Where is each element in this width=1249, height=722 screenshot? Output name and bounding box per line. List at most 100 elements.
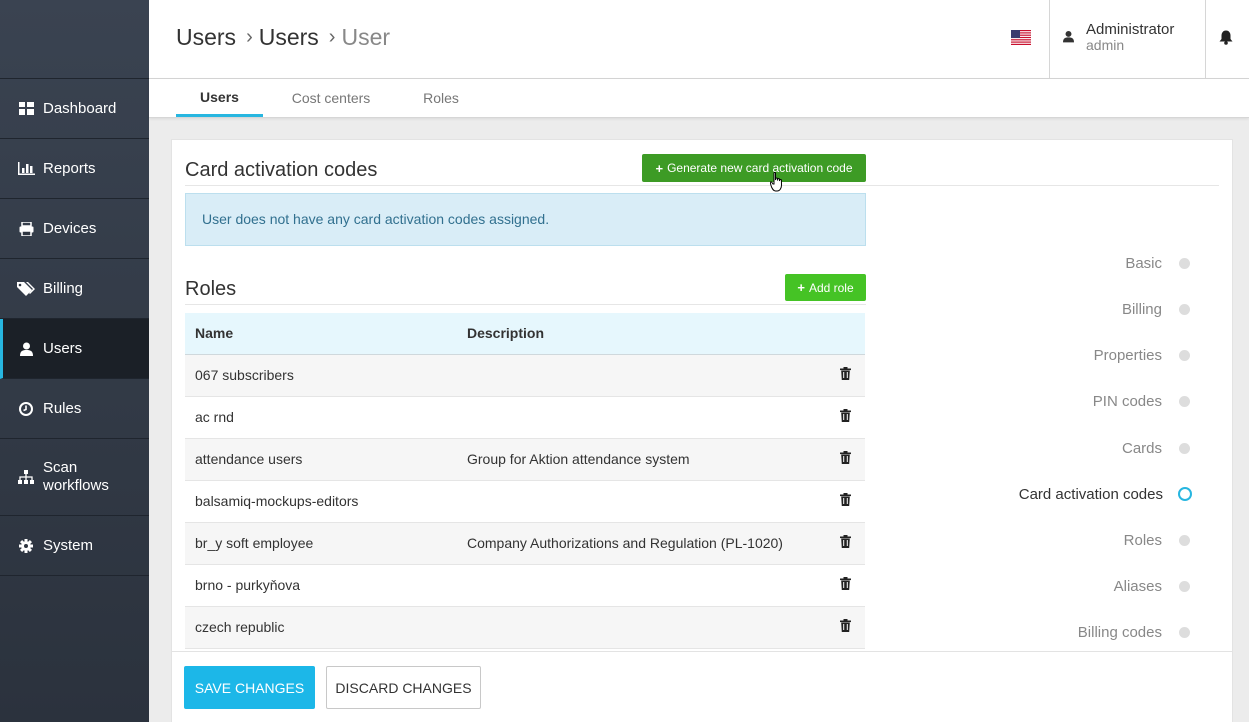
- sidebar-item-devices[interactable]: Devices: [0, 199, 149, 259]
- section-nav-label: Billing codes: [1077, 623, 1162, 641]
- trash-icon[interactable]: [839, 535, 851, 551]
- breadcrumb-item[interactable]: Users: [176, 24, 236, 51]
- role-name: br_y soft employee: [185, 522, 457, 565]
- role-description: [457, 480, 825, 523]
- tab-roles[interactable]: Roles: [415, 79, 467, 117]
- card-activation-codes-title: Card activation codes: [185, 159, 378, 181]
- section-nav-properties[interactable]: Properties: [952, 345, 1192, 365]
- nav-dot-icon: [1179, 303, 1190, 315]
- table-row: 067 subscribers: [185, 354, 865, 397]
- user-icon: [1063, 30, 1074, 48]
- user-login: admin: [1086, 37, 1125, 53]
- user-menu[interactable]: Administrator admin: [1063, 22, 1174, 53]
- bell-icon[interactable]: [1219, 30, 1233, 50]
- us-flag-icon[interactable]: [1011, 30, 1031, 45]
- sidebar-item-rules[interactable]: Rules: [0, 379, 149, 439]
- role-name: ac rnd: [185, 396, 457, 439]
- trash-icon[interactable]: [839, 493, 851, 509]
- table-row: brno - purkyňova: [185, 564, 865, 607]
- nav-dot-icon: [1179, 257, 1190, 269]
- sidebar-item-billing[interactable]: Billing: [0, 259, 149, 319]
- section-nav-label: Roles: [1123, 531, 1162, 549]
- trash-icon[interactable]: [839, 451, 851, 467]
- header-divider: [1205, 0, 1206, 79]
- roles-title: Roles: [185, 278, 237, 300]
- sidebar-item-reports[interactable]: Reports: [0, 139, 149, 199]
- nav-dot-icon: [1179, 442, 1190, 454]
- section-nav-billing-codes[interactable]: Billing codes: [952, 622, 1192, 642]
- section-nav-aliases[interactable]: Aliases: [952, 576, 1192, 596]
- printer-icon: [16, 221, 36, 237]
- plus-icon: +: [797, 280, 805, 295]
- section-nav-basic[interactable]: Basic: [952, 253, 1192, 273]
- section-nav-label: Card activation codes: [1018, 485, 1163, 503]
- section-nav-card-activation-codes[interactable]: Card activation codes: [952, 484, 1192, 504]
- table-header-row: Name Description: [185, 313, 865, 355]
- tab-cost-centers[interactable]: Cost centers: [285, 79, 377, 117]
- section-nav-label: PIN codes: [1092, 392, 1162, 410]
- trash-icon[interactable]: [839, 409, 851, 425]
- plus-icon: +: [655, 160, 664, 176]
- table-row: balsamiq-mockups-editors: [185, 480, 865, 523]
- sidebar-item-label: Devices: [43, 219, 97, 237]
- top-header: Users › Users › User Administrator admin: [149, 0, 1249, 79]
- role-name: brno - purkyňova: [185, 564, 457, 607]
- table-row: br_y soft employee Company Authorization…: [185, 522, 865, 565]
- role-name: 067 subscribers: [185, 354, 457, 397]
- sidebar-item-dashboard[interactable]: Dashboard: [0, 79, 149, 139]
- role-name: attendance users: [185, 438, 457, 481]
- section-nav-label: Properties: [1093, 346, 1162, 364]
- breadcrumb: Users › Users › User: [176, 24, 390, 51]
- add-role-label: Add role: [808, 280, 854, 295]
- hand-cursor-icon: [769, 171, 784, 197]
- section-nav-label: Basic: [1125, 254, 1162, 272]
- section-nav-pin-codes[interactable]: PIN codes: [952, 391, 1192, 411]
- section-nav-cards[interactable]: Cards: [952, 438, 1192, 458]
- role-description: Group for Aktion attendance system: [457, 438, 825, 481]
- nav-dot-icon: [1179, 534, 1190, 546]
- tab-bar: Users Cost centers Roles: [149, 79, 1249, 118]
- column-header-description: Description: [457, 313, 825, 355]
- chevron-right-icon: ›: [246, 26, 253, 48]
- trash-icon[interactable]: [839, 367, 851, 383]
- discard-changes-button[interactable]: DISCARD CHANGES: [326, 666, 481, 709]
- main-panel: Card activation codes + Generate new car…: [171, 139, 1233, 722]
- sitemap-icon: [16, 469, 36, 485]
- breadcrumb-current: User: [341, 24, 391, 50]
- user-icon: [16, 341, 36, 357]
- breadcrumb-item[interactable]: Users: [259, 24, 319, 51]
- generate-card-code-label: Generate new card activation code: [667, 161, 853, 175]
- nav-dot-icon: [1179, 395, 1190, 407]
- sidebar-item-label: Reports: [43, 159, 96, 177]
- roles-table: Name Description 067 subscribers ac rnd …: [185, 313, 865, 649]
- sidebar-item-system[interactable]: System: [0, 516, 149, 576]
- sidebar-item-label: Billing: [43, 279, 84, 297]
- trash-icon[interactable]: [839, 619, 851, 635]
- role-description: [457, 606, 825, 649]
- trash-icon[interactable]: [839, 577, 851, 593]
- section-nav-roles[interactable]: Roles: [952, 530, 1192, 550]
- role-description: [457, 354, 825, 397]
- table-row: ac rnd: [185, 396, 865, 439]
- add-role-button[interactable]: + Add role: [785, 274, 866, 301]
- tab-users[interactable]: Users: [176, 79, 263, 117]
- tags-icon: [16, 281, 36, 297]
- sidebar-item-label: Users: [43, 339, 83, 357]
- nav-dot-active-icon: [1178, 487, 1192, 501]
- bar-chart-icon: [16, 161, 36, 177]
- generate-card-code-button[interactable]: + Generate new card activation code: [642, 154, 866, 182]
- role-description: [457, 564, 825, 607]
- column-header-name: Name: [185, 313, 457, 355]
- user-name: Administrator: [1086, 21, 1175, 38]
- save-changes-button[interactable]: SAVE CHANGES: [184, 666, 315, 709]
- role-name: czech republic: [185, 606, 457, 649]
- logo-area: [0, 0, 149, 79]
- sidebar-item-scan-workflows[interactable]: Scan workflows: [0, 439, 149, 516]
- section-nav-billing[interactable]: Billing: [952, 299, 1192, 319]
- table-row: czech republic: [185, 606, 865, 649]
- nav-dot-icon: [1179, 626, 1190, 638]
- sidebar-item-users[interactable]: Users: [0, 319, 149, 379]
- chevron-right-icon: ›: [328, 26, 336, 48]
- section-divider: [185, 185, 1219, 186]
- sidebar-item-label: Dashboard: [43, 99, 117, 117]
